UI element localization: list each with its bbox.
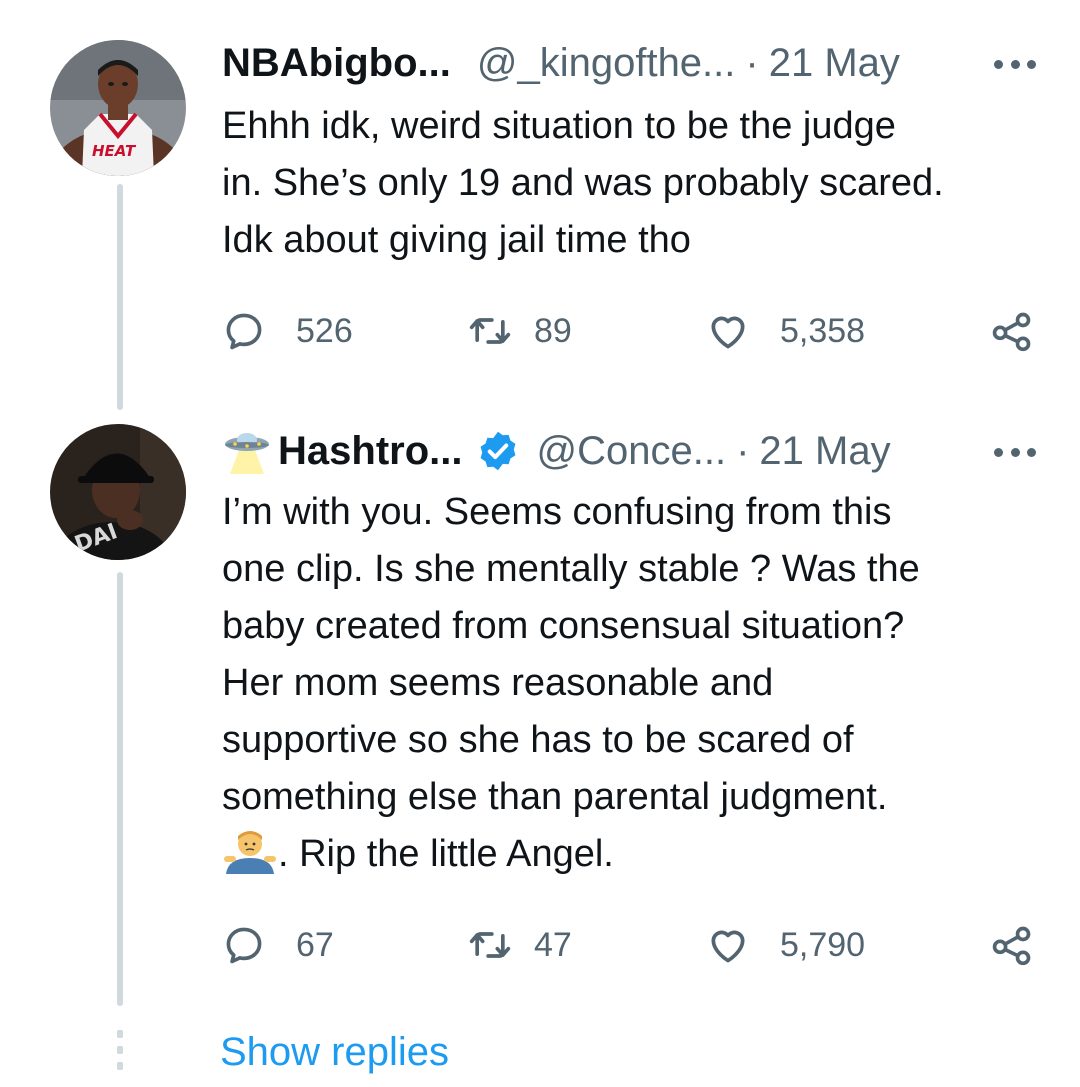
- tweet-line-last: . Rip the little Angel.: [222, 826, 1042, 883]
- display-name[interactable]: Hashtro...: [278, 429, 462, 474]
- retweet-button[interactable]: 47: [468, 920, 572, 970]
- tweet-header: Hashtro... @Conce... · 21 May: [222, 426, 1040, 476]
- share-button[interactable]: [990, 306, 1034, 356]
- tweet-line: baby created from consensual situation?: [222, 605, 905, 647]
- reply-button[interactable]: 526: [222, 306, 353, 356]
- like-button[interactable]: 5,790: [706, 920, 865, 970]
- thread-line-1: [117, 184, 123, 410]
- share-icon: [992, 926, 1031, 966]
- tweet-line: one clip. Is she mentally stable ? Was t…: [222, 548, 920, 590]
- tweet-line: something else than parental judgment.: [222, 776, 888, 818]
- tweet-date[interactable]: 21 May: [769, 41, 900, 86]
- separator-dot: ·: [745, 40, 759, 85]
- thread-line-2: [117, 572, 123, 1006]
- like-button[interactable]: 5,358: [706, 306, 865, 356]
- reply-count: 526: [296, 311, 353, 350]
- tweet-line: I’m with you. Seems confusing from this: [222, 491, 892, 533]
- more-options-icon[interactable]: [990, 44, 1040, 84]
- shrug-emoji-icon: [224, 831, 276, 874]
- reply-icon: [226, 927, 262, 964]
- retweet-icon: [469, 932, 511, 958]
- retweet-button[interactable]: 89: [468, 306, 572, 356]
- avatar-jersey-text: HEAT: [92, 142, 137, 160]
- tweet-actions: 526 89 5,358: [222, 306, 1034, 356]
- tweet-date[interactable]: 21 May: [759, 429, 890, 474]
- tweet-header: NBAbigbo... @_kingofthe... · 21 May: [222, 38, 1040, 88]
- tweet-text: I’m with you. Seems confusing from this …: [222, 484, 1042, 883]
- tweet-line: in. She’s only 19 and was probably scare…: [222, 162, 944, 204]
- retweet-count: 89: [534, 311, 572, 350]
- share-icon: [992, 312, 1031, 352]
- tweet-line: Her mom seems reasonable and: [222, 662, 774, 704]
- retweet-icon: [469, 318, 511, 344]
- retweet-count: 47: [534, 925, 572, 964]
- ufo-icon: [225, 433, 269, 474]
- tweet-line: Ehhh idk, weird situation to be the judg…: [222, 105, 896, 147]
- reply-count: 67: [296, 925, 334, 964]
- separator-dot: ·: [736, 428, 750, 473]
- thread-dotted-line: [117, 1030, 123, 1078]
- show-replies-link[interactable]: Show replies: [220, 1030, 449, 1075]
- tweet-actions: 67 47 5,790: [222, 920, 1034, 970]
- heart-icon: [711, 930, 745, 963]
- more-options-icon[interactable]: [990, 432, 1040, 472]
- tweet-line: . Rip the little Angel.: [278, 833, 614, 875]
- reply-icon: [226, 313, 262, 350]
- display-name[interactable]: NBAbigbo...: [222, 41, 451, 86]
- tweet-line: supportive so she has to be scared of: [222, 719, 854, 761]
- verified-badge-icon: [481, 431, 516, 471]
- tweet-line: Idk about giving jail time tho: [222, 219, 691, 261]
- share-button[interactable]: [990, 920, 1034, 970]
- like-count: 5,358: [780, 311, 866, 350]
- avatar[interactable]: HEAT: [50, 40, 186, 176]
- user-handle[interactable]: @_kingofthe...: [477, 41, 736, 86]
- reply-button[interactable]: 67: [222, 920, 334, 970]
- heart-icon: [711, 316, 745, 349]
- avatar[interactable]: DAI: [50, 424, 186, 560]
- tweet-text: Ehhh idk, weird situation to be the judg…: [222, 98, 1042, 269]
- user-handle[interactable]: @Conce...: [536, 429, 726, 474]
- like-count: 5,790: [780, 925, 866, 964]
